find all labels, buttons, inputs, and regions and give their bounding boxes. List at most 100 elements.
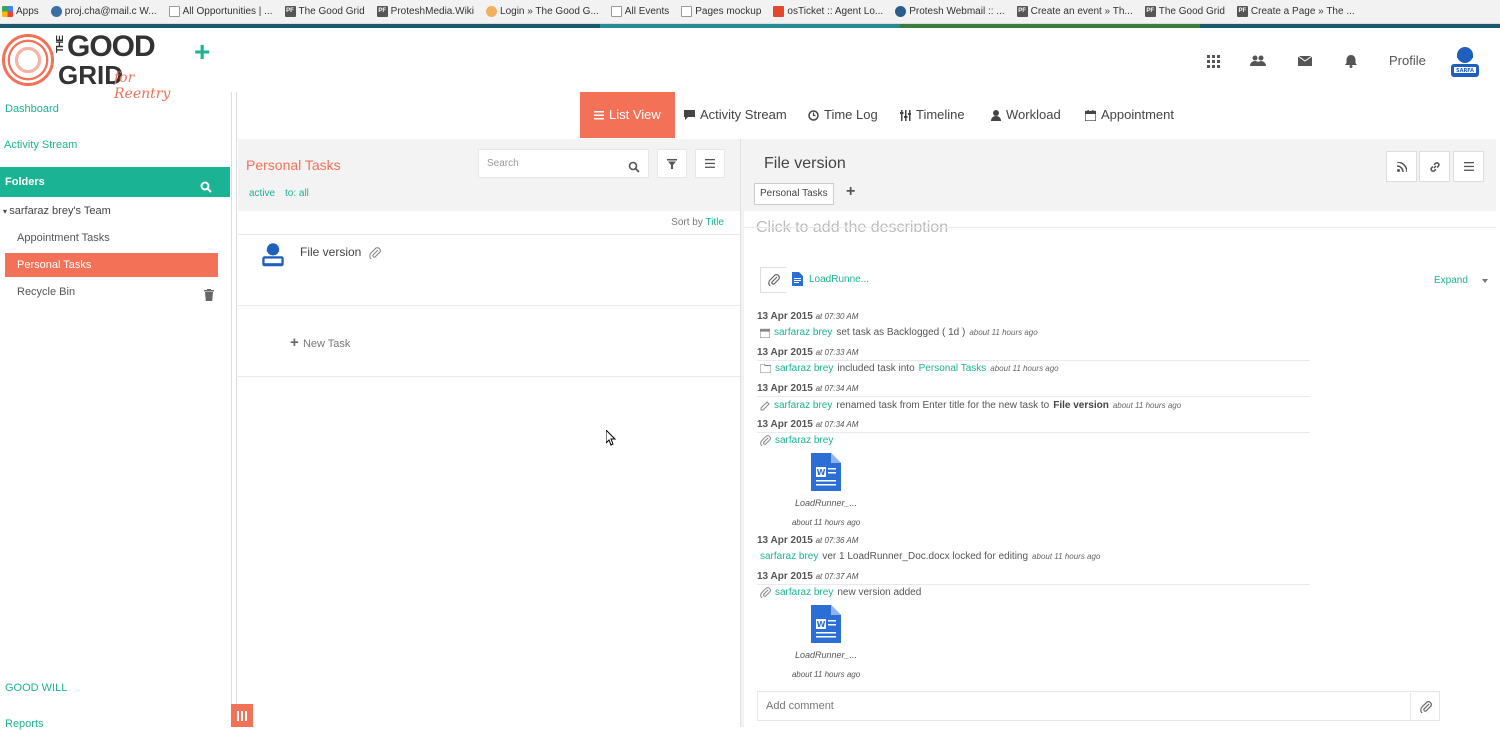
table-row[interactable]: File version xyxy=(238,235,740,306)
tab-list-view[interactable]: List View xyxy=(580,92,675,138)
bookmarks-bar: Apps proj.cha@mail.c W... All Opportunit… xyxy=(0,0,1500,24)
bookmark-apps[interactable]: Apps xyxy=(2,6,39,17)
comment-attach-button[interactable] xyxy=(1410,693,1440,721)
sidebar-item-good-will[interactable]: GOOD WILL xyxy=(5,682,67,694)
collapse-sidebar-button[interactable] xyxy=(231,704,253,727)
activity-item: sarfaraz brey ver 1 LoadRunner_Doc.docx … xyxy=(760,551,1101,562)
add-folder-button[interactable]: + xyxy=(846,183,855,201)
bookmark[interactable]: PF Create an event » Th... xyxy=(1016,6,1133,17)
attach-button[interactable] xyxy=(760,267,786,293)
activity-item: sarfaraz brey renamed task from Enter ti… xyxy=(760,400,1181,411)
paperclip-icon xyxy=(368,246,381,261)
tab-activity-stream[interactable]: Activity Stream xyxy=(684,92,787,138)
avatar[interactable]: SARFA xyxy=(1448,44,1482,78)
folder-link[interactable]: Personal Tasks xyxy=(919,363,987,374)
filter-to-all[interactable]: to: all xyxy=(285,188,309,199)
file-thumbnail[interactable]: W LoadRunner_... about 11 hours ago xyxy=(786,605,866,679)
new-task-button[interactable]: + New Task xyxy=(290,334,350,351)
file-thumbnail[interactable]: W LoadRunner_... about 11 hours ago xyxy=(786,453,866,527)
divider xyxy=(757,396,1310,397)
task-detail-title[interactable]: File version xyxy=(764,155,846,173)
add-button[interactable]: + xyxy=(194,38,210,66)
bookmark[interactable]: All Opportunities | ... xyxy=(168,6,273,17)
list-menu-button[interactable] xyxy=(695,149,725,178)
page-icon xyxy=(681,6,693,17)
sidebar-item-reports[interactable]: Reports xyxy=(5,718,44,730)
bookmark[interactable]: Login » The Good G... xyxy=(486,6,599,17)
user-link[interactable]: sarfaraz brey xyxy=(774,327,832,338)
bookmark[interactable]: Pages mockup xyxy=(681,6,761,17)
users-icon[interactable] xyxy=(1249,52,1267,70)
filter-button[interactable] xyxy=(657,149,687,178)
bookmark[interactable]: PF ProteshMedia.Wiki xyxy=(376,6,474,17)
tab-time-log[interactable]: Time Log xyxy=(808,92,878,138)
folder-personal-tasks[interactable]: Personal Tasks xyxy=(5,253,218,277)
apps-grid-icon[interactable] xyxy=(1204,52,1222,70)
avatar xyxy=(260,241,286,270)
tab-appointment[interactable]: Appointment xyxy=(1085,92,1174,138)
trash-icon[interactable] xyxy=(204,286,214,301)
envelope-icon[interactable] xyxy=(1296,52,1314,70)
paperclip-icon xyxy=(760,587,771,598)
folder-appointment-tasks[interactable]: Appointment Tasks xyxy=(5,226,218,250)
comment-input[interactable]: Add comment xyxy=(757,691,1440,721)
search-icon[interactable] xyxy=(628,157,640,184)
folders-header[interactable]: Folders xyxy=(0,167,230,197)
activity-item: sarfaraz brey included task into Persona… xyxy=(760,363,1059,374)
svg-text:W: W xyxy=(817,620,826,629)
comment-icon xyxy=(684,110,695,120)
task-list-header: Personal Tasks Search active to: all xyxy=(238,139,740,211)
description-field[interactable]: Click to add the description xyxy=(756,218,948,232)
page-title: Personal Tasks xyxy=(246,157,341,173)
expand-link[interactable]: Expand xyxy=(1434,275,1468,286)
divider xyxy=(744,227,1496,228)
link-button[interactable] xyxy=(1419,151,1450,182)
folder-icon xyxy=(760,364,771,373)
filter-active[interactable]: active xyxy=(249,188,275,199)
rss-button[interactable] xyxy=(1386,151,1417,182)
activity-date: 13 Apr 2015 at 07:33 AM xyxy=(757,347,859,358)
sidebar-divider[interactable] xyxy=(231,92,237,727)
user-link[interactable]: sarfaraz brey xyxy=(775,435,833,446)
sort-value[interactable]: Title xyxy=(705,217,724,228)
folder-chip[interactable]: Personal Tasks xyxy=(754,183,834,205)
mouse-cursor-icon xyxy=(606,430,617,446)
tab-workload[interactable]: Workload xyxy=(991,92,1061,138)
calendar-icon xyxy=(1085,109,1096,121)
user-link[interactable]: sarfaraz brey xyxy=(774,400,832,411)
bookmark[interactable]: Protesh Webmail :: ... xyxy=(895,6,1005,17)
bookmark[interactable]: All Events xyxy=(610,6,669,17)
folder-recycle-bin[interactable]: Recycle Bin xyxy=(5,280,218,304)
task-detail-header: File version Personal Tasks + xyxy=(744,139,1496,211)
sidebar-item-activity-stream[interactable]: Activity Stream xyxy=(4,139,77,151)
webmail-icon xyxy=(895,6,907,17)
sort-control[interactable]: Sort by Title xyxy=(238,211,740,235)
team-node[interactable]: ▾ sarfaraz brey's Team xyxy=(3,205,111,217)
user-link[interactable]: sarfaraz brey xyxy=(760,551,818,562)
search-icon[interactable] xyxy=(200,175,214,193)
task-title[interactable]: File version xyxy=(300,245,381,261)
attachment-file[interactable]: LoadRunne... xyxy=(792,272,869,286)
sidebar-item-dashboard[interactable]: Dashboard xyxy=(5,103,59,115)
plus-icon: + xyxy=(290,334,303,351)
activity-item: sarfaraz brey xyxy=(760,435,833,446)
bookmark[interactable]: proj.cha@mail.c W... xyxy=(50,6,157,17)
user-link[interactable]: sarfaraz brey xyxy=(775,587,833,598)
pf-icon: PF xyxy=(1016,6,1028,17)
profile-link[interactable]: Profile xyxy=(1389,53,1426,68)
bookmark[interactable]: PF The Good Grid xyxy=(284,6,365,17)
bookmark[interactable]: PF The Good Grid xyxy=(1144,6,1225,17)
search-input[interactable]: Search xyxy=(478,149,649,178)
bell-icon[interactable] xyxy=(1342,52,1360,70)
bookmark[interactable]: PF Create a Page » The ... xyxy=(1236,6,1355,17)
caret-down-icon[interactable] xyxy=(1482,279,1488,283)
bookmark[interactable]: osTicket :: Agent Lo... xyxy=(773,6,883,17)
activity-date: 13 Apr 2015 at 07:30 AM xyxy=(757,311,859,322)
tab-timeline[interactable]: Timeline xyxy=(900,92,965,138)
user-link[interactable]: sarfaraz brey xyxy=(775,363,833,374)
page-icon xyxy=(168,6,180,17)
list-icon xyxy=(594,110,604,119)
good-grid-logo[interactable]: THEGOOD GRID for Reentry xyxy=(2,32,172,102)
calendar-icon xyxy=(760,328,770,338)
detail-menu-button[interactable] xyxy=(1453,151,1484,182)
